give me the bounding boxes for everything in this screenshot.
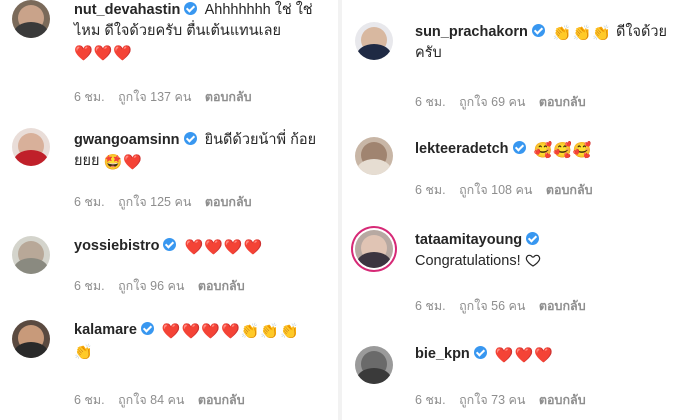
reply-button[interactable]: ตอบกลับ (539, 299, 586, 313)
username-link[interactable]: nut_devahastin (74, 2, 180, 18)
heart-emoji-icon: ❤️ (204, 239, 223, 256)
comment-body: lekteeradetch 🥰🥰🥰 (415, 139, 690, 160)
username-link[interactable]: bie_kpn (415, 346, 470, 362)
reply-button[interactable]: ตอบกลับ (539, 95, 586, 109)
likes-count-button[interactable]: ถูกใจ 69 คน (459, 95, 525, 109)
heart-emoji-icon: ❤️ (201, 323, 220, 340)
avatar[interactable] (355, 230, 393, 268)
username-link[interactable]: sun_prachakorn (415, 24, 528, 40)
comment-body: kalamare ❤️❤️❤️❤️👏👏👏 👏 (74, 320, 334, 362)
heart-emoji-icon: ❤️ (184, 239, 204, 256)
username-link[interactable]: tataamitayoung (415, 232, 522, 248)
comment-time: 6 ชม. (415, 393, 446, 407)
comment-meta: 6 ชม. ถูกใจ 96 คน ตอบกลับ (74, 276, 255, 296)
verified-badge-icon (184, 2, 198, 15)
heart-emoji-icon: ❤️ (161, 323, 181, 340)
comment-body: tataamitayoung Congratulations! (415, 230, 690, 272)
comment-meta: 6 ชม. ถูกใจ 56 คน ตอบกลับ (415, 296, 596, 316)
comment-meta: 6 ชม. ถูกใจ 73 คน ตอบกลับ (415, 390, 596, 410)
reply-button[interactable]: ตอบกลับ (539, 393, 586, 407)
comment-body: gwangoamsinn ยินดีด้วยน้าพี่ ก้อยยยย 🤩❤️ (74, 130, 329, 172)
verified-badge-icon (531, 24, 545, 37)
reply-button[interactable]: ตอบกลับ (198, 393, 245, 407)
comment-time: 6 ชม. (74, 90, 105, 104)
heart-emoji-icon: ❤️ (220, 323, 240, 340)
verified-badge-icon (163, 238, 177, 251)
heart-emoji-icon: ❤️ (123, 154, 142, 171)
verified-badge-icon (526, 232, 540, 245)
username-link[interactable]: yossiebistro (74, 238, 159, 254)
clap-emoji-icon: 👏 (280, 323, 299, 340)
comment-time: 6 ชม. (415, 183, 446, 197)
comment-time: 6 ชม. (74, 279, 105, 293)
comment-text: Congratulations! (415, 253, 521, 269)
reply-button[interactable]: ตอบกลับ (205, 195, 252, 209)
comment-body: bie_kpn ❤️❤️❤️ (415, 344, 690, 365)
heart-emoji-icon: ❤️ (514, 347, 534, 364)
comment-body: sun_prachakorn 👏👏👏 ดีใจด้วยครับ (415, 22, 690, 64)
comment-meta: 6 ชม. ถูกใจ 108 คน ตอบกลับ (415, 180, 603, 200)
verified-badge-icon (473, 346, 487, 359)
avatar[interactable] (12, 128, 50, 166)
comment-meta: 6 ชม. ถูกใจ 125 คน ตอบกลับ (74, 192, 262, 212)
username-link[interactable]: lekteeradetch (415, 141, 509, 157)
comments-column-right: sun_prachakorn 👏👏👏 ดีใจด้วยครับ 6 ชม. ถู… (345, 0, 695, 420)
reply-button[interactable]: ตอบกลับ (198, 279, 245, 293)
reply-button[interactable]: ตอบกลับ (205, 90, 252, 104)
username-link[interactable]: kalamare (74, 322, 137, 338)
heart-emoji-icon: ❤️ (93, 45, 113, 62)
reply-button[interactable]: ตอบกลับ (546, 183, 593, 197)
likes-count-button[interactable]: ถูกใจ 56 คน (459, 299, 525, 313)
likes-count-button[interactable]: ถูกใจ 73 คน (459, 393, 525, 407)
comment-meta: 6 ชม. ถูกใจ 137 คน ตอบกลับ (74, 87, 262, 107)
verified-badge-icon (512, 141, 526, 154)
clap-emoji-icon: 👏 (74, 344, 93, 361)
avatar[interactable] (355, 22, 393, 60)
likes-count-button[interactable]: ถูกใจ 125 คน (118, 195, 191, 209)
verified-badge-icon (183, 132, 197, 145)
avatar[interactable] (355, 346, 393, 384)
heart-emoji-icon: ❤️ (243, 239, 263, 256)
likes-count-button[interactable]: ถูกใจ 84 คน (118, 393, 184, 407)
star-struck-emoji-icon: 🤩 (103, 154, 123, 171)
heart-emoji-icon: ❤️ (534, 347, 553, 364)
clap-emoji-icon: 👏 (260, 323, 280, 340)
comment-time: 6 ชม. (74, 393, 105, 407)
column-divider (338, 0, 342, 420)
comment-meta: 6 ชม. ถูกใจ 84 คน ตอบกลับ (74, 390, 255, 410)
heart-emoji-icon: ❤️ (113, 45, 133, 62)
like-heart-icon[interactable] (525, 252, 541, 268)
username-link[interactable]: gwangoamsinn (74, 132, 180, 148)
clap-emoji-icon: 👏 (552, 25, 572, 42)
comment-body: yossiebistro ❤️❤️❤️❤️ (74, 236, 329, 257)
smiling-hearts-emoji-icon: 🥰 (533, 142, 553, 159)
avatar[interactable] (12, 236, 50, 274)
verified-badge-icon (140, 322, 154, 335)
comment-body: nut_devahastin Ahhhhhhh ใช่ ใช่ไหม ดีใจด… (74, 0, 329, 63)
heart-emoji-icon: ❤️ (494, 347, 514, 364)
comment-time: 6 ชม. (415, 95, 446, 109)
heart-emoji-icon: ❤️ (74, 45, 93, 62)
likes-count-button[interactable]: ถูกใจ 96 คน (118, 279, 184, 293)
heart-emoji-icon: ❤️ (223, 239, 243, 256)
clap-emoji-icon: 👏 (572, 25, 592, 42)
smiling-hearts-emoji-icon: 🥰 (553, 142, 572, 159)
likes-count-button[interactable]: ถูกใจ 137 คน (118, 90, 191, 104)
comment-time: 6 ชม. (74, 195, 105, 209)
avatar[interactable] (12, 0, 50, 38)
smiling-hearts-emoji-icon: 🥰 (572, 142, 592, 159)
clap-emoji-icon: 👏 (240, 323, 260, 340)
comment-meta: 6 ชม. ถูกใจ 69 คน ตอบกลับ (415, 92, 596, 112)
avatar[interactable] (12, 320, 50, 358)
clap-emoji-icon: 👏 (592, 25, 611, 42)
comment-time: 6 ชม. (415, 299, 446, 313)
comments-column-left: nut_devahastin Ahhhhhhh ใช่ ใช่ไหม ดีใจด… (0, 0, 335, 420)
avatar[interactable] (355, 137, 393, 175)
likes-count-button[interactable]: ถูกใจ 108 คน (459, 183, 532, 197)
heart-emoji-icon: ❤️ (181, 323, 201, 340)
